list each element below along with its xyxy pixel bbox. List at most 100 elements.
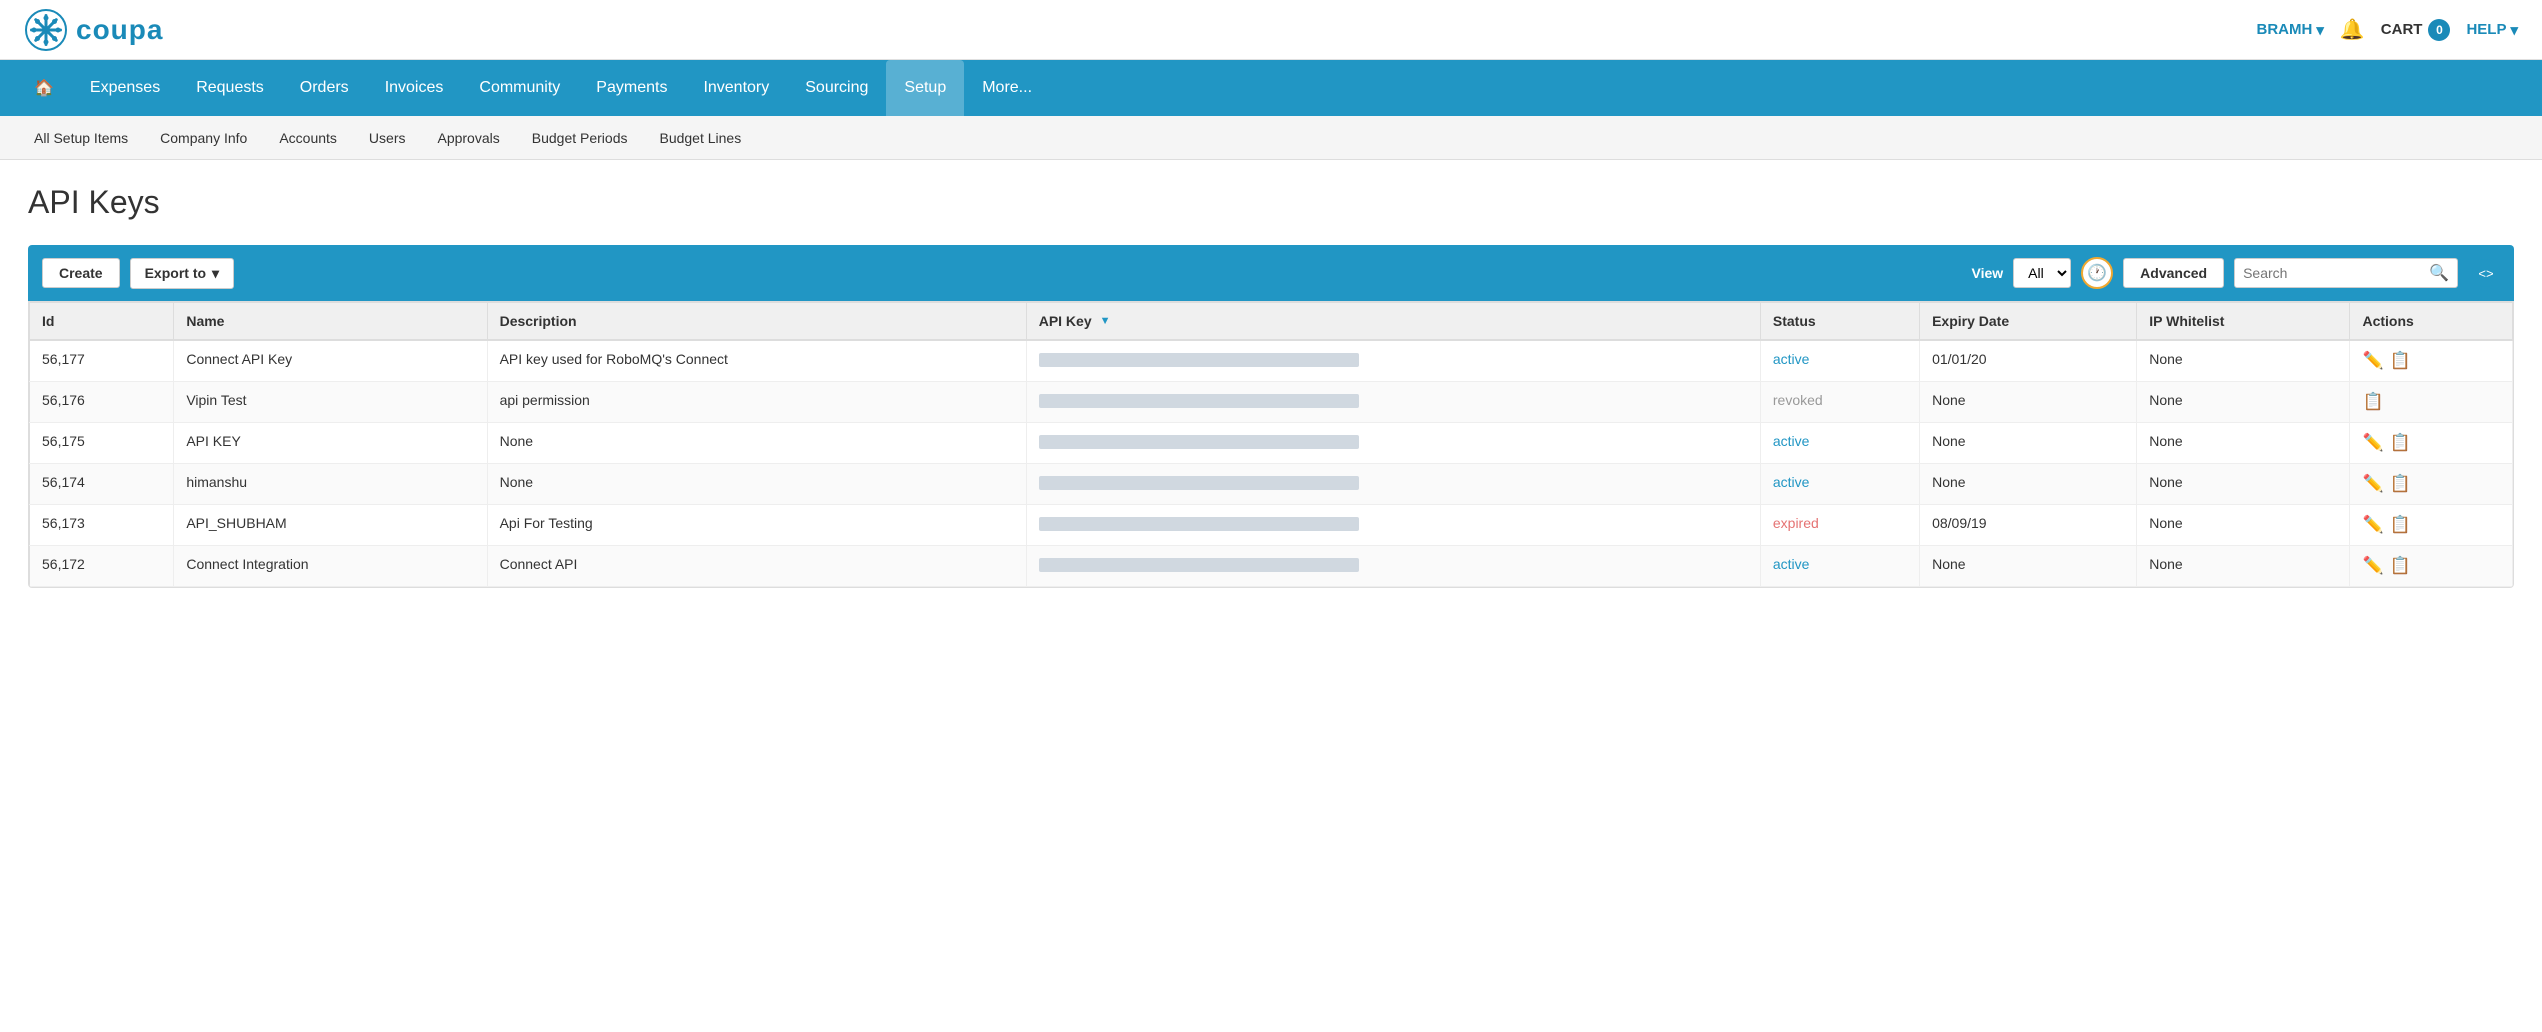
cell-status: active xyxy=(1760,423,1919,464)
cell-apikey xyxy=(1026,505,1760,546)
subnav-accounts[interactable]: Accounts xyxy=(265,122,351,154)
action-icons: ✏️ 📋 xyxy=(2362,556,2500,576)
cell-ip: None xyxy=(2137,546,2350,587)
edit-icon[interactable]: ✏️ xyxy=(2362,556,2383,576)
cell-status: active xyxy=(1760,340,1919,382)
nav-inventory[interactable]: Inventory xyxy=(685,60,787,116)
cell-actions: ✏️ 📋 xyxy=(2350,546,2513,587)
status-badge: expired xyxy=(1773,515,1819,531)
table-row: 56,172 Connect Integration Connect API a… xyxy=(30,546,2513,587)
nav-expenses[interactable]: Expenses xyxy=(72,60,178,116)
cell-description: Api For Testing xyxy=(487,505,1026,546)
nav-sourcing-label: Sourcing xyxy=(805,79,868,97)
help-label: HELP xyxy=(2466,21,2506,38)
cell-ip: None xyxy=(2137,423,2350,464)
cell-status: active xyxy=(1760,546,1919,587)
table-wrapper: Id Name Description API Key ▼ xyxy=(28,301,2514,588)
status-badge: active xyxy=(1773,556,1810,572)
action-icons: ✏️ 📋 xyxy=(2362,474,2500,494)
cart-button[interactable]: CART 0 xyxy=(2381,19,2451,41)
table-body: 56,177 Connect API Key API key used for … xyxy=(30,340,2513,587)
sub-nav: All Setup Items Company Info Accounts Us… xyxy=(0,116,2542,160)
nav-more[interactable]: More... xyxy=(964,60,1050,116)
subnav-company-info[interactable]: Company Info xyxy=(146,122,261,154)
copy-icon[interactable]: 📋 xyxy=(2390,515,2411,535)
sort-icon: ▼ xyxy=(1100,315,1111,327)
cell-expiry: None xyxy=(1920,423,2137,464)
api-key-bar xyxy=(1039,394,1359,408)
user-menu[interactable]: BRAMH ▾ xyxy=(2257,21,2324,39)
nav-invoices[interactable]: Invoices xyxy=(367,60,462,116)
nav-bar: 🏠 Expenses Requests Orders Invoices Comm… xyxy=(0,60,2542,116)
user-name: BRAMH xyxy=(2257,21,2313,38)
cell-status: revoked xyxy=(1760,382,1919,423)
search-box: 🔍 xyxy=(2234,258,2458,288)
cell-ip: None xyxy=(2137,505,2350,546)
col-header-actions: Actions xyxy=(2350,303,2513,341)
col-header-status: Status xyxy=(1760,303,1919,341)
cell-apikey xyxy=(1026,546,1760,587)
notification-bell-icon[interactable]: 🔔 xyxy=(2340,17,2365,42)
cell-expiry: 01/01/20 xyxy=(1920,340,2137,382)
code-button[interactable]: <> xyxy=(2472,259,2500,287)
table-row: 56,175 API KEY None active None None ✏️ … xyxy=(30,423,2513,464)
edit-icon[interactable]: ✏️ xyxy=(2362,351,2383,371)
nav-expenses-label: Expenses xyxy=(90,79,160,97)
status-badge: active xyxy=(1773,351,1810,367)
page-title: API Keys xyxy=(28,184,2514,221)
api-key-bar xyxy=(1039,435,1359,449)
export-to-button[interactable]: Export to ▾ xyxy=(130,258,234,289)
advanced-button[interactable]: Advanced xyxy=(2123,258,2224,288)
top-right-actions: BRAMH ▾ 🔔 CART 0 HELP ▾ xyxy=(2257,17,2518,42)
cell-actions: ✏️ 📋 xyxy=(2350,464,2513,505)
cart-label: CART xyxy=(2381,21,2423,38)
nav-payments[interactable]: Payments xyxy=(578,60,685,116)
cell-expiry: 08/09/19 xyxy=(1920,505,2137,546)
status-badge: active xyxy=(1773,474,1810,490)
cell-apikey xyxy=(1026,423,1760,464)
help-button[interactable]: HELP ▾ xyxy=(2466,21,2518,39)
edit-icon[interactable]: ✏️ xyxy=(2362,433,2383,453)
copy-icon[interactable]: 📋 xyxy=(2390,556,2411,576)
copy-icon[interactable]: 📋 xyxy=(2390,474,2411,494)
search-input[interactable] xyxy=(2243,265,2423,281)
copy-icon[interactable]: 📋 xyxy=(2390,433,2411,453)
home-icon: 🏠 xyxy=(34,78,54,98)
cell-expiry: None xyxy=(1920,464,2137,505)
cell-name: Vipin Test xyxy=(174,382,487,423)
nav-orders[interactable]: Orders xyxy=(282,60,367,116)
cell-apikey xyxy=(1026,382,1760,423)
nav-home[interactable]: 🏠 xyxy=(16,60,72,116)
page-content: API Keys Create Export to ▾ View All 🕐 A… xyxy=(0,160,2542,612)
top-bar: coupa BRAMH ▾ 🔔 CART 0 HELP ▾ xyxy=(0,0,2542,60)
subnav-all-setup[interactable]: All Setup Items xyxy=(20,122,142,154)
user-chevron-icon: ▾ xyxy=(2316,21,2324,39)
cell-id: 56,177 xyxy=(30,340,174,382)
cell-name: API_SHUBHAM xyxy=(174,505,487,546)
subnav-budget-lines[interactable]: Budget Lines xyxy=(645,122,755,154)
cell-name: Connect API Key xyxy=(174,340,487,382)
nav-payments-label: Payments xyxy=(596,79,667,97)
copy-icon[interactable]: 📋 xyxy=(2390,351,2411,371)
nav-community[interactable]: Community xyxy=(461,60,578,116)
subnav-users[interactable]: Users xyxy=(355,122,420,154)
subnav-budget-periods[interactable]: Budget Periods xyxy=(518,122,642,154)
nav-requests-label: Requests xyxy=(196,79,264,97)
create-button[interactable]: Create xyxy=(42,258,120,288)
view-select[interactable]: All xyxy=(2013,258,2071,288)
col-header-name: Name xyxy=(174,303,487,341)
edit-icon[interactable]: ✏️ xyxy=(2362,474,2383,494)
copy-icon[interactable]: 📋 xyxy=(2362,392,2383,412)
cell-description: None xyxy=(487,464,1026,505)
nav-invoices-label: Invoices xyxy=(385,79,444,97)
col-header-apikey[interactable]: API Key ▼ xyxy=(1026,303,1760,341)
edit-icon[interactable]: ✏️ xyxy=(2362,515,2383,535)
subnav-approvals[interactable]: Approvals xyxy=(423,122,513,154)
cell-apikey xyxy=(1026,340,1760,382)
cell-id: 56,174 xyxy=(30,464,174,505)
clock-button[interactable]: 🕐 xyxy=(2081,257,2113,289)
nav-requests[interactable]: Requests xyxy=(178,60,282,116)
nav-sourcing[interactable]: Sourcing xyxy=(787,60,886,116)
action-icons: ✏️ 📋 xyxy=(2362,433,2500,453)
nav-setup[interactable]: Setup xyxy=(886,60,964,116)
